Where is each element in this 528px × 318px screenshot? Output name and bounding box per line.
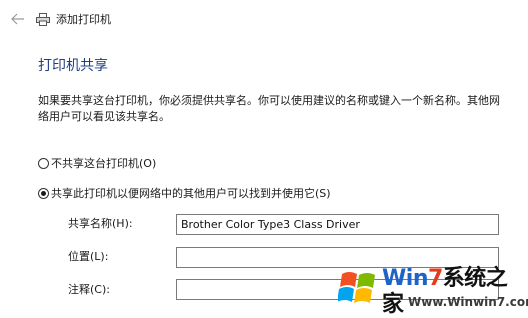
watermark: Win7系统之家 Www.Winwin7.com (330, 262, 528, 318)
window-title: 添加打印机 (56, 13, 111, 26)
watermark-title-w: Wi (382, 266, 413, 291)
printer-icon (36, 13, 50, 26)
share-name-input[interactable] (176, 214, 499, 235)
watermark-url: Www.Winwin7.com (408, 295, 528, 309)
radio-share[interactable]: 共享此打印机以便网络中的其他用户可以找到并使用它(S) (38, 185, 331, 201)
description-text: 如果要共享这台打印机，你必须提供共享名。你可以使用建议的名称或键入一个新名称。其… (38, 94, 500, 123)
page-title: 打印机共享 (38, 58, 108, 74)
location-label: 位置(L): (68, 250, 109, 263)
radio-share-label: 共享此打印机以便网络中的其他用户可以找到并使用它(S) (51, 187, 331, 200)
radio-no-share-label: 不共享这台打印机(O) (51, 157, 157, 170)
radio-button-no-share[interactable] (38, 157, 49, 169)
back-arrow-icon[interactable] (10, 12, 26, 26)
windows-logo-icon (338, 272, 375, 303)
title-bar: 添加打印机 (0, 0, 528, 38)
watermark-title-7: 7 (427, 266, 443, 291)
share-name-label: 共享名称(H): (68, 217, 133, 230)
watermark-title: Win7系统之家 (382, 266, 528, 318)
comment-label: 注释(C): (68, 283, 110, 296)
radio-button-share[interactable] (38, 187, 49, 199)
watermark-title-n: n (412, 266, 429, 291)
radio-no-share[interactable]: 不共享这台打印机(O) (38, 155, 156, 171)
